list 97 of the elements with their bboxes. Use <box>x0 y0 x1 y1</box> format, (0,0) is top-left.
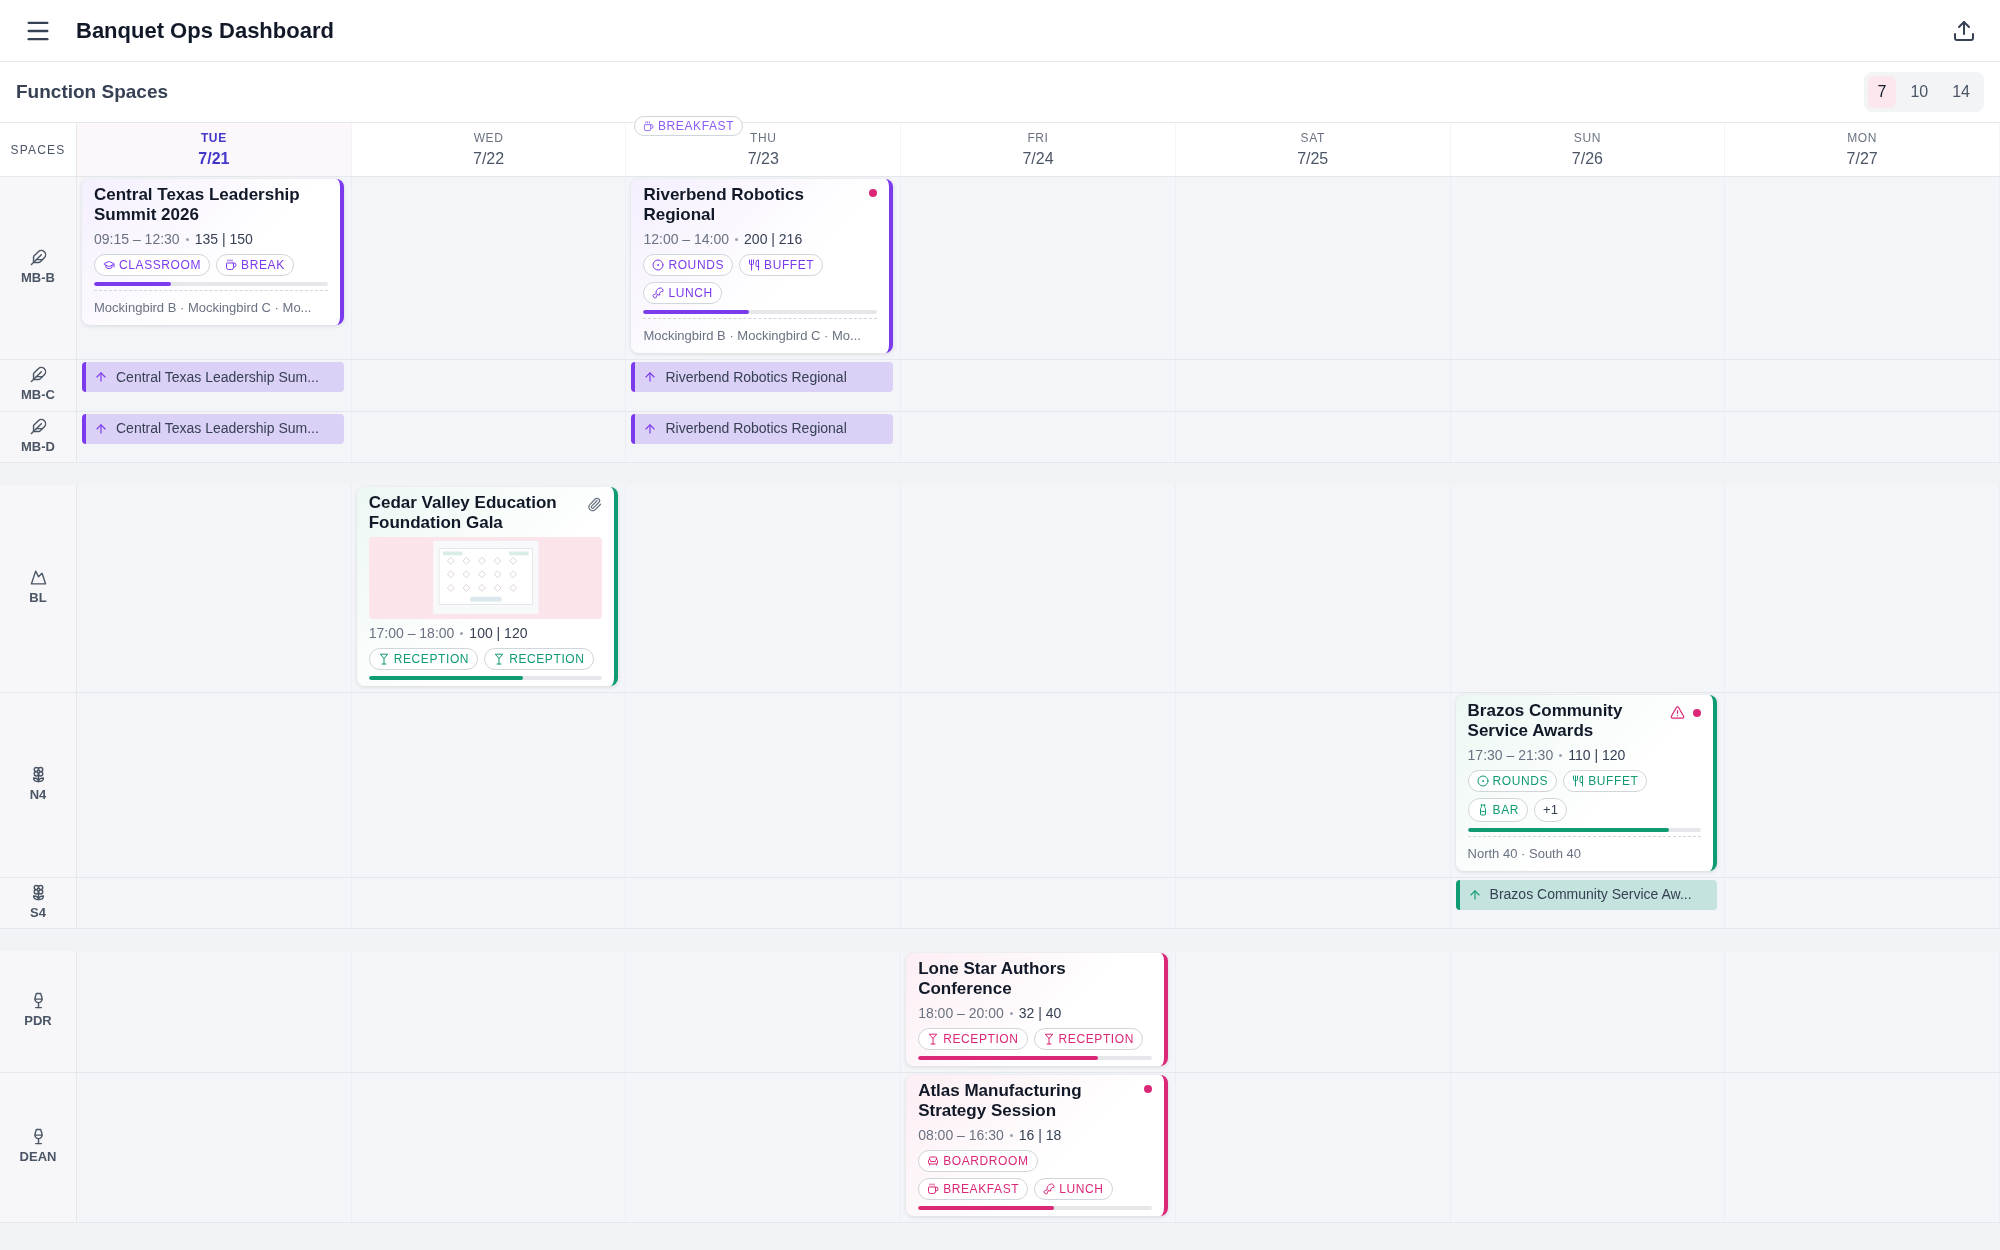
setup-chip: BUFFET <box>1563 770 1648 792</box>
space-code: BL <box>29 589 47 608</box>
drumstick-icon <box>652 287 665 299</box>
room-list: North 40 · South 40 <box>1467 845 1582 861</box>
event-card[interactable]: Lone Star Authors Conference 18:00 – 20:00 32 | 40 RECEPTION RECEPTION <box>906 953 1168 1066</box>
round-table-icon <box>652 259 665 271</box>
continuation-bar[interactable]: Brazos Community Service Aw... <box>1455 879 1718 910</box>
setup-chip: RECEPTION <box>484 648 594 670</box>
event-card[interactable]: Brazos Community Service Awards 17:30 – 21:30 110 | 120 ROUNDS BUFFET BAR +1 North 40 · South 40 <box>1455 695 1718 871</box>
cocktail-glass-icon <box>377 653 390 665</box>
drumstick-icon <box>1043 1183 1056 1195</box>
guest-count: 200 | 216 <box>744 230 803 249</box>
event-time: 09:15 – 12:30 <box>94 230 180 249</box>
section-title: Function Spaces <box>16 79 169 104</box>
guest-count: 110 | 120 <box>1568 746 1626 765</box>
setup-chip: BREAK <box>216 254 294 276</box>
feather-icon <box>29 248 47 266</box>
day-date: 7/22 <box>473 148 505 169</box>
space-code: MB-D <box>21 437 55 456</box>
setup-chip: BREAKFAST <box>918 1178 1029 1200</box>
event-title: Brazos Community Service Awards <box>1467 701 1624 741</box>
day-date: 7/26 <box>1571 148 1603 169</box>
setup-chip: CLASSROOM <box>94 254 211 276</box>
space-code: MB-C <box>21 386 55 404</box>
zoom-option[interactable]: 10 <box>1900 76 1939 108</box>
setup-chip: ROUNDS <box>1467 770 1558 792</box>
space-code: PDR <box>24 1012 52 1031</box>
day-date: 7/25 <box>1297 148 1329 169</box>
space-code: S4 <box>30 903 46 922</box>
setup-chip: RECEPTION <box>368 648 479 670</box>
event-title: Cedar Valley Education Foundation Gala <box>368 493 558 533</box>
event-time: 17:00 – 18:00 <box>368 624 455 643</box>
setup-chip: BAR <box>1467 798 1529 822</box>
space-code: N4 <box>29 785 47 804</box>
day-of-week: SAT <box>1300 129 1325 147</box>
room-list: Mockingbird B · Mockingbird C · Mo... <box>643 328 861 343</box>
day-of-week: TUE <box>200 129 227 147</box>
setup-chip: LUNCH <box>1034 1178 1113 1200</box>
continuation-bar[interactable]: Central Texas Leadership Sum... <box>82 362 344 392</box>
setup-chip: LUNCH <box>643 282 722 304</box>
utensils-icon <box>748 259 761 271</box>
setup-chip: BUFFET <box>739 254 824 276</box>
day-of-week: FRI <box>1027 129 1049 147</box>
day-of-week: WED <box>473 129 504 147</box>
cocktail-glass-icon <box>493 653 506 665</box>
event-title: Atlas Manufacturing Strategy Session <box>918 1081 1083 1121</box>
setup-chip: ROUNDS <box>643 254 734 276</box>
day-date: 7/23 <box>747 148 779 169</box>
utensils-icon <box>1572 775 1585 787</box>
cocktail-glass-icon <box>1042 1033 1055 1045</box>
event-title: Central Texas Leadership Summit 2026 <box>94 185 301 225</box>
export-icon[interactable] <box>1952 18 1976 43</box>
mountain-icon <box>29 569 47 587</box>
spaces-heading: SPACES <box>10 141 66 159</box>
cocktail-glass-icon <box>927 1033 940 1045</box>
event-time: 12:00 – 14:00 <box>643 230 730 249</box>
day-date: 7/27 <box>1846 148 1878 169</box>
space-code: MB-B <box>21 268 55 287</box>
event-time: 18:00 – 20:00 <box>918 1004 1004 1023</box>
space-code: DEAN <box>19 1148 57 1167</box>
guest-count: 135 | 150 <box>194 230 253 249</box>
round-table-icon <box>1476 775 1489 787</box>
app-title: Banquet Ops Dashboard <box>76 17 334 45</box>
coffee-cup-icon <box>225 259 238 271</box>
day-date: 7/21 <box>198 148 230 169</box>
feather-icon <box>29 417 47 435</box>
event-title: Riverbend Robotics Regional <box>643 185 805 225</box>
setup-chip: RECEPTION <box>1033 1028 1143 1050</box>
continuation-bar[interactable]: Riverbend Robotics Regional <box>631 413 894 444</box>
event-card[interactable]: Atlas Manufacturing Strategy Session 08:00 – 16:30 16 | 18 BOARDROOM BREAKFAST LUNCH <box>906 1075 1168 1216</box>
continuation-bar[interactable]: Riverbend Robotics Regional <box>631 362 894 392</box>
zoom-option[interactable]: 14 <box>1942 76 1980 108</box>
zoom-option[interactable]: 7 <box>1867 76 1897 108</box>
guest-count: 16 | 18 <box>1018 1126 1062 1145</box>
event-card[interactable]: Central Texas Leadership Summit 2026 09:15 – 12:30 135 | 150 CLASSROOM BREAK Mockingbird B · Mockingbird C · Mo... <box>82 179 344 325</box>
event-card[interactable]: Cedar Valley Education Foundation Gala 17:00 – 18:00 100 | 120 RECEPTION RECEPTION <box>356 487 619 686</box>
graduation-cap-icon <box>103 259 115 271</box>
room-list: Mockingbird B · Mockingbird C · Mo... <box>94 300 312 315</box>
feather-icon <box>29 366 47 383</box>
event-title: Lone Star Authors Conference <box>918 959 1067 999</box>
more-chip: +1 <box>1534 798 1567 822</box>
event-time: 08:00 – 16:30 <box>918 1126 1004 1145</box>
dragged-chip: BREAKFAST <box>634 116 744 136</box>
day-of-week: SUN <box>1573 129 1601 147</box>
event-card[interactable]: Riverbend Robotics Regional 12:00 – 14:00 200 | 216 ROUNDS BUFFET LUNCH Mockingbird B · Mockingbird C · Mo... <box>631 179 894 353</box>
day-date: 7/24 <box>1022 148 1054 169</box>
day-of-week: THU <box>750 129 777 147</box>
continuation-bar[interactable]: Central Texas Leadership Sum... <box>82 413 344 444</box>
guest-count: 32 | 40 <box>1018 1004 1062 1023</box>
setup-chip: BOARDROOM <box>918 1150 1038 1172</box>
coffee-cup-icon <box>927 1183 940 1195</box>
day-of-week: MON <box>1847 129 1878 147</box>
setup-chip: RECEPTION <box>918 1028 1028 1050</box>
coffee-cup-icon <box>643 120 654 132</box>
event-time: 17:30 – 21:30 <box>1467 746 1554 765</box>
guest-count: 100 | 120 <box>469 624 528 643</box>
armchair-icon <box>927 1155 940 1167</box>
